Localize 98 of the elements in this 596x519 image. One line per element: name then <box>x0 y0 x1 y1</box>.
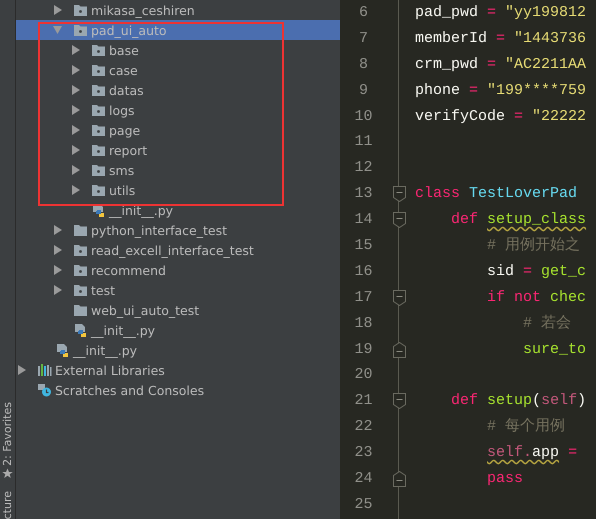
line-number: 8 <box>358 54 369 75</box>
package-folder-icon <box>91 163 106 177</box>
package-folder-icon <box>91 103 106 117</box>
tree-item[interactable]: __init__.py <box>16 340 340 360</box>
code-line: def setup(self) <box>450 391 588 412</box>
line-number: 14 <box>353 210 374 230</box>
tree-item[interactable]: case <box>16 60 340 80</box>
line-number: 21 <box>353 391 374 412</box>
expand-arrow-icon[interactable] <box>53 265 62 275</box>
line-number: 17 <box>353 288 374 308</box>
tree-item[interactable]: logs <box>16 100 340 120</box>
expand-arrow-icon[interactable] <box>53 225 62 235</box>
fold-end-icon[interactable] <box>392 470 406 487</box>
code-line: pad_pwd = "yy199812 <box>415 3 588 23</box>
tree-item[interactable]: sms <box>16 160 340 180</box>
tool-window-tab[interactable]: cture <box>0 490 14 519</box>
tree-item[interactable]: datas <box>16 80 340 100</box>
code-line: if not chec <box>486 288 588 308</box>
tree-item[interactable]: External Libraries <box>16 360 340 380</box>
tree-item[interactable]: Scratches and Consoles <box>16 380 340 400</box>
expand-arrow-icon[interactable] <box>71 85 80 95</box>
line-number: 13 <box>353 184 374 204</box>
expand-arrow-icon[interactable] <box>71 65 80 75</box>
star-icon <box>2 468 13 479</box>
package-folder-icon <box>91 123 106 137</box>
line-number: 11 <box>353 132 374 152</box>
expand-arrow-icon[interactable] <box>71 185 80 195</box>
package-folder-icon <box>91 43 106 57</box>
tree-item[interactable]: __init__.py <box>16 200 340 220</box>
code-line: memberId = "1443736 <box>415 28 588 49</box>
tree-item[interactable]: python_interface_test <box>16 220 340 240</box>
fold-start-icon[interactable] <box>392 212 406 228</box>
tree-item[interactable]: mikasa_ceshiren <box>16 0 340 20</box>
line-number: 23 <box>353 443 374 464</box>
line-number: 16 <box>353 262 374 282</box>
tree-item[interactable]: report <box>16 140 340 160</box>
line-number: 20 <box>353 365 374 386</box>
package-folder-icon <box>73 23 88 37</box>
tree-item[interactable]: utils <box>16 180 340 200</box>
expand-arrow-icon[interactable] <box>53 285 62 295</box>
fold-start-icon[interactable] <box>392 393 406 410</box>
code-line: self.app = <box>486 443 578 464</box>
code-line: sure_to <box>522 340 588 360</box>
line-number: 18 <box>353 314 374 334</box>
line-number: 9 <box>358 80 369 101</box>
python-file-icon <box>91 203 106 217</box>
expand-arrow-icon[interactable] <box>53 5 62 15</box>
expand-arrow-icon[interactable] <box>17 365 26 375</box>
code-line: verifyCode = "22222 <box>415 106 588 127</box>
folder-icon <box>73 223 88 237</box>
line-number: 10 <box>353 106 374 127</box>
line-number: 7 <box>358 28 369 49</box>
line-number: 15 <box>353 236 374 256</box>
code-line: class TestLoverPad <box>415 184 578 204</box>
tool-window-tab[interactable]: 2: Favorites <box>0 402 14 466</box>
package-folder-icon <box>91 83 106 97</box>
tree-item[interactable]: read_excell_interface_test <box>16 240 340 260</box>
code-line: crm_pwd = "AC2211AA <box>415 54 588 75</box>
tree-item[interactable]: web_ui_auto_test <box>16 300 340 320</box>
libraries-icon <box>37 363 52 377</box>
tree-item[interactable]: __init__.py <box>16 320 340 340</box>
expand-arrow-icon[interactable] <box>71 145 80 155</box>
expand-arrow-icon[interactable] <box>71 105 80 115</box>
fold-start-icon[interactable] <box>392 290 406 306</box>
line-number: 22 <box>353 417 374 438</box>
expand-arrow-icon[interactable] <box>71 125 80 135</box>
fold-start-icon[interactable] <box>392 186 406 202</box>
package-folder-icon <box>91 63 106 77</box>
code-line: # 用例开始之 <box>486 235 582 256</box>
tree-item[interactable]: page <box>16 120 340 140</box>
scratches-icon <box>37 383 52 397</box>
package-folder-icon <box>91 143 106 157</box>
code-line: def setup_class <box>450 210 588 230</box>
python-file-icon <box>55 343 70 357</box>
expand-arrow-icon[interactable] <box>71 45 80 55</box>
line-number: 24 <box>353 469 374 490</box>
code-line: phone = "199****759 <box>415 80 588 101</box>
python-file-icon <box>73 323 88 337</box>
line-number: 6 <box>358 3 369 23</box>
line-number: 19 <box>353 340 374 360</box>
tree-item[interactable]: test <box>16 280 340 300</box>
code-line: # 每个用例 <box>486 416 566 438</box>
expand-arrow-icon[interactable] <box>71 165 80 175</box>
package-folder-icon <box>73 263 88 277</box>
fold-end-icon[interactable] <box>392 342 406 358</box>
expand-arrow-icon[interactable] <box>53 245 62 255</box>
folder-icon <box>73 303 88 317</box>
package-folder-icon <box>73 243 88 257</box>
code-line: # 若会 <box>522 314 572 334</box>
code-line: pass <box>486 469 524 490</box>
tree-item[interactable]: recommend <box>16 260 340 280</box>
package-folder-icon <box>73 283 88 297</box>
tree-item[interactable]: base <box>16 40 340 60</box>
package-folder-icon <box>91 183 106 197</box>
code-line: sid = get_c <box>486 262 588 282</box>
line-number: 25 <box>353 494 374 515</box>
line-number: 12 <box>353 158 374 178</box>
package-folder-icon <box>73 3 88 17</box>
